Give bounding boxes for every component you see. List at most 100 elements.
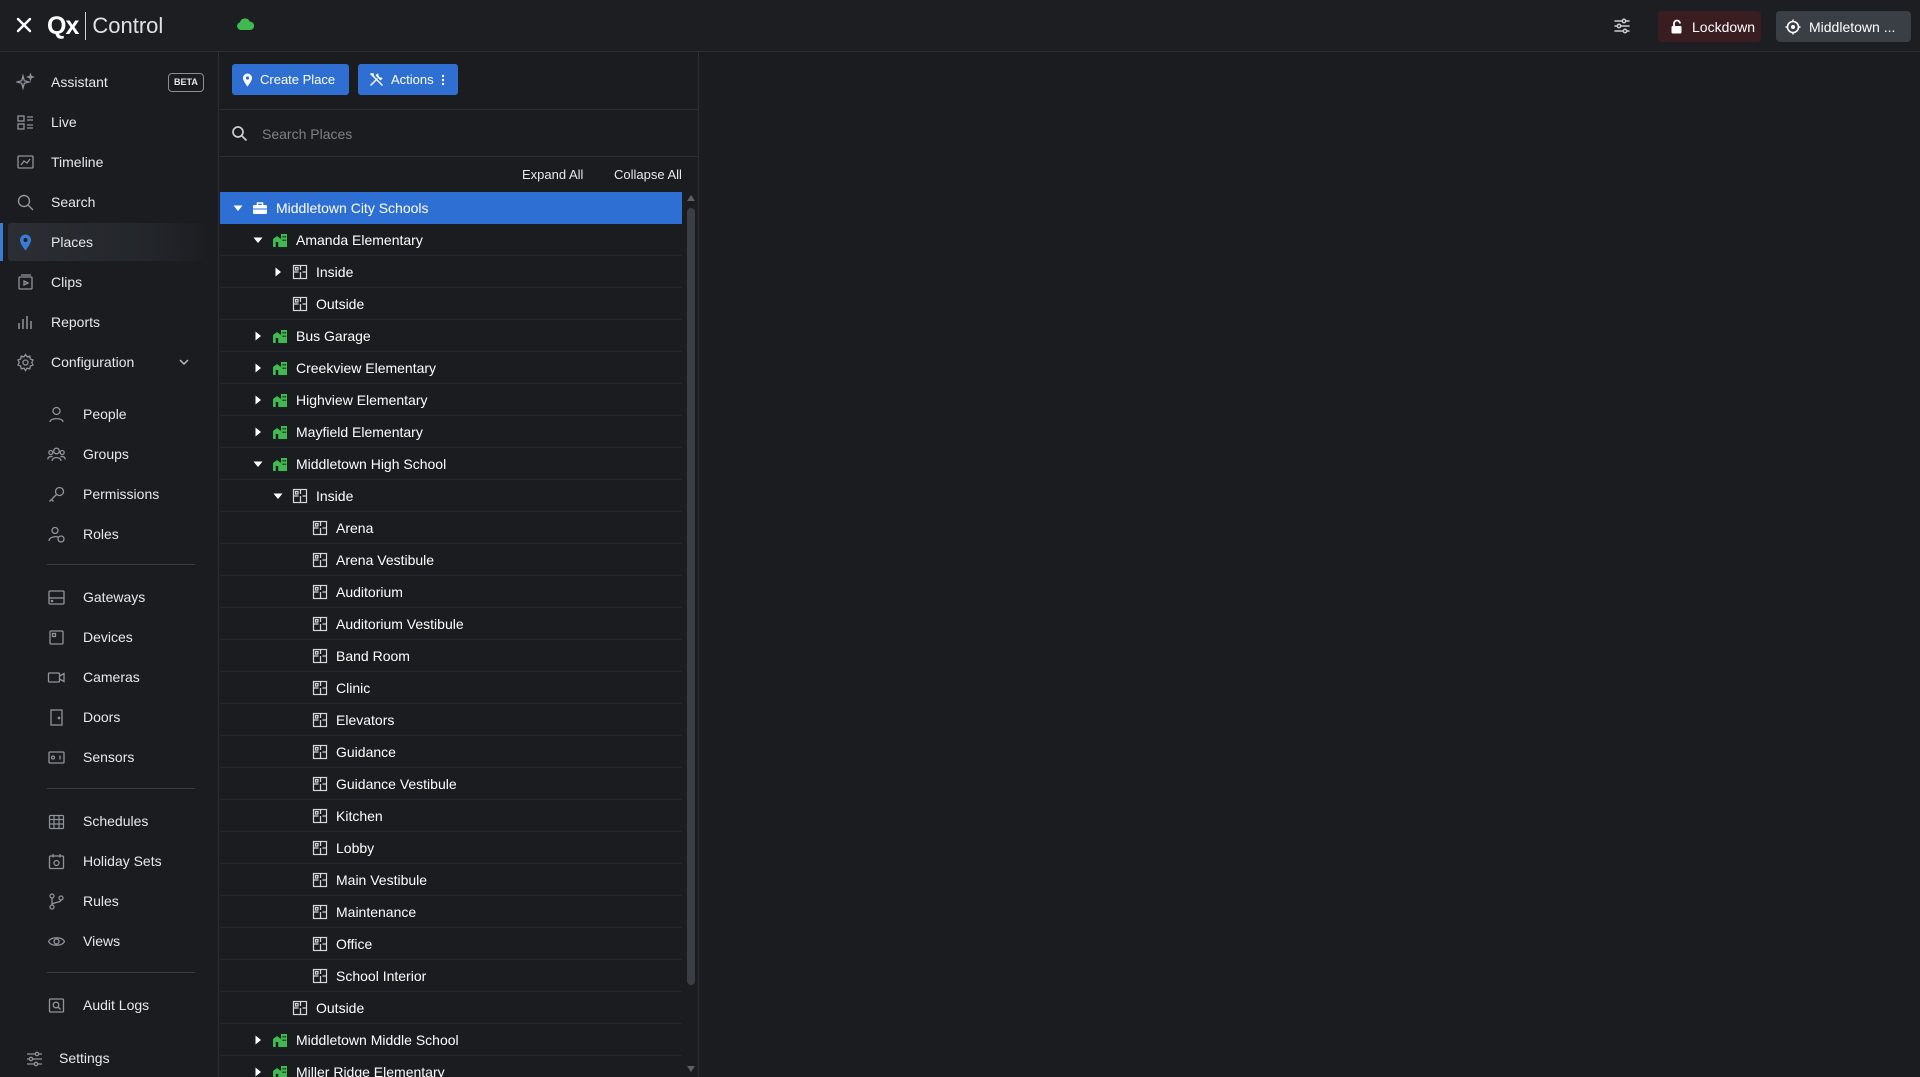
caret-down-icon[interactable] [233,203,243,213]
tree-row[interactable]: Outside [220,992,682,1024]
tree-row[interactable]: Middletown City Schools [220,192,682,224]
close-icon[interactable] [13,14,35,36]
floorplan-icon [312,968,328,984]
sidebar-item-sensors[interactable]: Sensors [40,739,211,775]
caret-right-icon[interactable] [253,395,263,405]
tree-row-label: Arena [336,520,374,536]
search-places-input[interactable] [262,121,682,147]
tree-row[interactable]: Kitchen [220,800,682,832]
caret-down-icon[interactable] [253,459,263,469]
floorplan-icon [312,648,328,664]
tree-row[interactable]: Main Vestibule [220,864,682,896]
caret-down-icon[interactable] [273,491,283,501]
expand-all-button[interactable]: Expand All [522,167,583,182]
collapse-all-button[interactable]: Collapse All [614,167,682,182]
tree-row-label: Maintenance [336,904,417,920]
tree-row[interactable]: Auditorium [220,576,682,608]
sidebar-item-search[interactable]: Search [8,183,211,221]
sidebar-item-live[interactable]: Live [8,103,211,141]
tree-row[interactable]: Lobby [220,832,682,864]
sidebar-item-label: Live [51,114,77,130]
sidebar-item-label: People [83,406,127,422]
caret-right-icon[interactable] [253,331,263,341]
tree-row[interactable]: Guidance Vestibule [220,768,682,800]
sidebar-item-reports[interactable]: Reports [8,303,211,341]
search-icon [16,193,35,212]
sidebar-item-configuration[interactable]: Configuration [8,343,211,381]
sidebar-item-settings[interactable]: Settings [8,1039,211,1077]
tree-row[interactable]: Clinic [220,672,682,704]
tree-row[interactable]: School Interior [220,960,682,992]
chevron-down-icon[interactable] [178,356,190,368]
tree-row[interactable]: Creekview Elementary [220,352,682,384]
sidebar-item-audit-logs[interactable]: Audit Logs [40,987,211,1023]
tree-row[interactable]: Guidance [220,736,682,768]
search-places-bar [220,109,699,157]
group-icon [47,445,66,464]
sidebar-item-roles[interactable]: Roles [40,516,211,552]
tree-row[interactable]: Outside [220,288,682,320]
sidebar-item-holiday-sets[interactable]: Holiday Sets [40,843,211,879]
sidebar-item-places[interactable]: Places [0,223,211,261]
tree-row[interactable]: Mayfield Elementary [220,416,682,448]
site-selector-button[interactable]: Middletown ... [1776,11,1911,42]
sidebar-item-people[interactable]: People [40,396,211,432]
caret-down-icon[interactable] [253,235,263,245]
caret-right-icon[interactable] [253,1035,263,1045]
floorplan-icon [312,904,328,920]
sidebar-item-views[interactable]: Views [40,923,211,959]
tree-row[interactable]: Highview Elementary [220,384,682,416]
sidebar-item-timeline[interactable]: Timeline [8,143,211,181]
tree-row-label: Middletown City Schools [276,200,429,216]
tree-scrollbar[interactable] [684,192,698,1077]
building-icon [272,232,288,248]
scrollbar-thumb[interactable] [687,208,695,985]
tree-row[interactable]: Band Room [220,640,682,672]
caret-right-icon[interactable] [253,427,263,437]
building-icon [272,424,288,440]
calendar-icon [47,812,66,831]
sidebar-item-rules[interactable]: Rules [40,883,211,919]
tree-row[interactable]: Inside [220,480,682,512]
sidebar-item-label: Search [51,194,96,210]
actions-button[interactable]: Actions [358,64,458,95]
tree-row[interactable]: Elevators [220,704,682,736]
sidebar-item-label: Rules [83,893,119,909]
tree-row[interactable]: Arena Vestibule [220,544,682,576]
tools-icon [369,72,384,87]
tree-row[interactable]: Middletown High School [220,448,682,480]
tree-row[interactable]: Miller Ridge Elementary [220,1056,682,1077]
caret-right-icon[interactable] [253,363,263,373]
sidebar-item-doors[interactable]: Doors [40,699,211,735]
sidebar-item-groups[interactable]: Groups [40,436,211,472]
sidebar-item-cameras[interactable]: Cameras [40,659,211,695]
scroll-down-arrow-icon[interactable] [687,1066,695,1072]
sidebar-item-clips[interactable]: Clips [8,263,211,301]
sidebar-item-devices[interactable]: Devices [40,619,211,655]
caret-right-icon[interactable] [253,1067,263,1077]
floorplan-icon [312,808,328,824]
tree-row[interactable]: Office [220,928,682,960]
lockdown-button[interactable]: Lockdown [1658,11,1761,42]
sidebar-item-gateways[interactable]: Gateways [40,579,211,615]
sidebar-item-label: Cameras [83,669,140,685]
sidebar-item-schedules[interactable]: Schedules [40,803,211,839]
tree-row[interactable]: Auditorium Vestibule [220,608,682,640]
tree-row[interactable]: Amanda Elementary [220,224,682,256]
tree-row[interactable]: Bus Garage [220,320,682,352]
tree-row[interactable]: Inside [220,256,682,288]
tree-row[interactable]: Middletown Middle School [220,1024,682,1056]
tree-row[interactable]: Arena [220,512,682,544]
role-icon [47,525,66,544]
timeline-icon [16,153,35,172]
caret-right-icon[interactable] [273,267,283,277]
sidebar-item-permissions[interactable]: Permissions [40,476,211,512]
create-place-button[interactable]: Create Place [232,64,349,95]
filter-settings-icon[interactable] [1612,16,1632,36]
sparkle-icon [16,72,35,92]
sidebar-item-label: Settings [59,1050,110,1066]
tree-row-label: Auditorium [336,584,403,600]
sidebar-item-assistant[interactable]: Assistant BETA [8,63,211,101]
tree-row[interactable]: Maintenance [220,896,682,928]
scroll-up-arrow-icon[interactable] [687,195,695,201]
